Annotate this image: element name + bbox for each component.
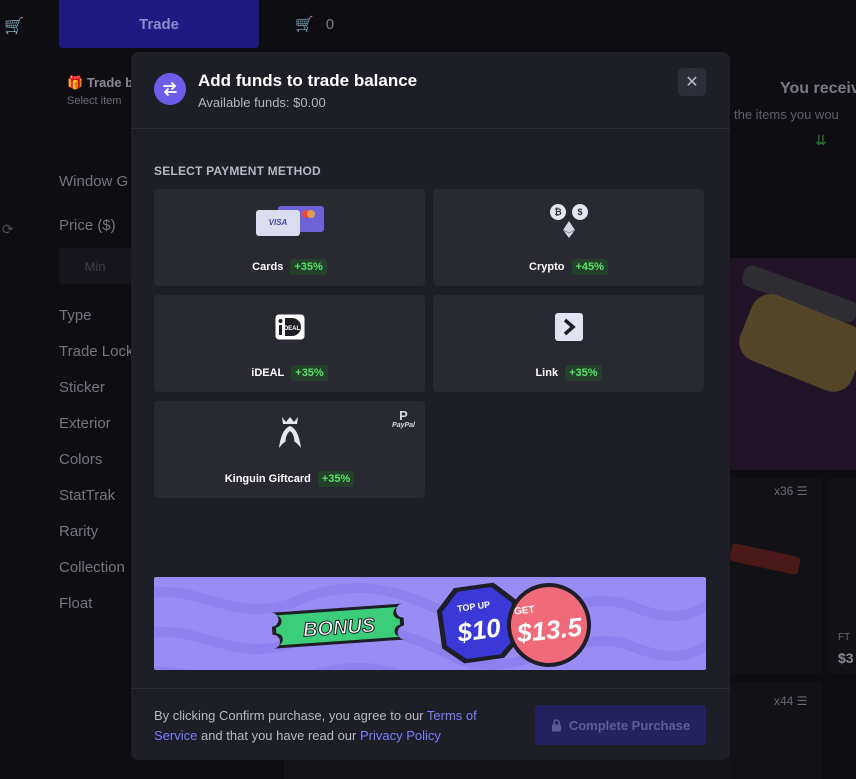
stack-icon: ☰: [796, 694, 808, 708]
cart-count: 0: [325, 15, 335, 33]
payment-method-kinguin[interactable]: P PayPal Kinguin Giftcard +35%: [154, 401, 425, 498]
chevrons-down-icon: ⇊: [815, 132, 827, 148]
trade-box: 🎁 Trade b Select item: [67, 75, 133, 107]
bonus-banner[interactable]: BONUS TOP UP $10 GET $13.5: [154, 577, 706, 670]
bonus-badge: +45%: [571, 259, 608, 275]
modal-header: Add funds to trade balance Available fun…: [131, 52, 730, 129]
payment-method-link[interactable]: Link +35%: [433, 295, 704, 392]
item-card-partial[interactable]: [828, 478, 856, 674]
filter-exterior[interactable]: Exterior: [59, 415, 111, 432]
section-label: SELECT PAYMENT METHOD: [154, 164, 321, 178]
item-count-badge: x36 ☰: [774, 484, 808, 498]
bonus-ticket: BONUS: [270, 603, 406, 649]
svg-text:$10: $10: [454, 612, 503, 648]
swap-arrows-icon: [154, 73, 186, 105]
available-funds: Available funds: $0.00: [198, 95, 326, 110]
complete-purchase-button[interactable]: Complete Purchase: [535, 705, 706, 745]
payment-method-name: Kinguin Giftcard: [224, 473, 311, 485]
gift-icon: 🎁: [67, 75, 84, 90]
lock-icon: [551, 718, 561, 731]
item-wear: FT: [838, 632, 851, 643]
bonus-badge: +35%: [317, 471, 355, 487]
filter-stattrak[interactable]: StatTrak: [59, 487, 115, 504]
cards-icon: VISA: [154, 201, 425, 241]
paypal-badge: P PayPal: [392, 408, 415, 429]
crypto-icon: ₿ $: [433, 201, 704, 241]
trade-button[interactable]: Trade: [59, 0, 259, 48]
receive-subtitle: the items you wou: [734, 107, 839, 122]
item-card-sniper[interactable]: [730, 258, 856, 470]
filter-trade-lock[interactable]: Trade Lock: [59, 343, 133, 360]
kinguin-icon: [154, 413, 425, 453]
svg-text:VISA: VISA: [268, 218, 287, 227]
refresh-icon[interactable]: ⟳: [2, 221, 14, 238]
filter-rarity[interactable]: Rarity: [59, 523, 98, 540]
payment-method-crypto[interactable]: ₿ $ Crypto +45%: [433, 189, 704, 286]
receive-title: You receiv: [780, 80, 856, 97]
filter-collection[interactable]: Collection: [59, 559, 125, 576]
filter-type[interactable]: Type: [59, 307, 92, 324]
payment-method-name: Crypto: [529, 261, 565, 273]
payment-method-ideal[interactable]: DEAL iDEAL +35%: [154, 295, 425, 392]
price-min-input[interactable]: Min: [59, 248, 131, 284]
modal-title: Add funds to trade balance: [198, 71, 418, 90]
svg-text:$: $: [577, 207, 582, 217]
bonus-badge: +35%: [290, 259, 327, 275]
item-price: $3: [838, 650, 854, 666]
filter-float[interactable]: Float: [59, 595, 92, 612]
filter-price[interactable]: Price ($): [59, 217, 116, 234]
trade-box-subtitle: Select item: [67, 95, 122, 107]
bonus-badge: +35%: [291, 365, 328, 381]
payment-method-name: iDEAL: [251, 367, 285, 379]
link-icon: [433, 307, 704, 347]
paypal-icon: P: [399, 408, 408, 423]
trade-box-title: Trade b: [86, 75, 134, 90]
stack-icon: ☰: [796, 484, 808, 498]
svg-text:₿: ₿: [554, 207, 561, 217]
complete-purchase-label: Complete Purchase: [568, 717, 691, 733]
svg-text:DEAL: DEAL: [283, 326, 300, 332]
svg-text:GET: GET: [514, 604, 536, 617]
filter-colors[interactable]: Colors: [59, 451, 102, 468]
modal-footer: By clicking Confirm purchase, you agree …: [131, 688, 730, 760]
bonus-badge: +35%: [565, 365, 602, 381]
filter-sticker[interactable]: Sticker: [59, 379, 105, 396]
payment-method-name: Cards: [252, 261, 284, 273]
cart-icon-left[interactable]: 🛒: [4, 16, 24, 36]
privacy-link[interactable]: Privacy Policy: [360, 728, 441, 743]
cart-button[interactable]: 🛒 0: [295, 15, 335, 34]
add-funds-modal: Add funds to trade balance Available fun…: [131, 52, 730, 760]
payment-method-cards[interactable]: VISA Cards +35%: [154, 189, 425, 286]
cart-icon: 🛒: [295, 16, 314, 33]
close-button[interactable]: ✕: [678, 68, 706, 96]
item-card-rifle[interactable]: [730, 478, 822, 674]
payment-method-name: Link: [535, 367, 559, 379]
item-count-badge-2: x44 ☰: [774, 694, 808, 708]
close-icon: ✕: [685, 74, 699, 91]
filter-window[interactable]: Window G: [59, 173, 128, 190]
terms-text: By clicking Confirm purchase, you agree …: [154, 708, 477, 743]
ideal-icon: DEAL: [154, 307, 425, 347]
